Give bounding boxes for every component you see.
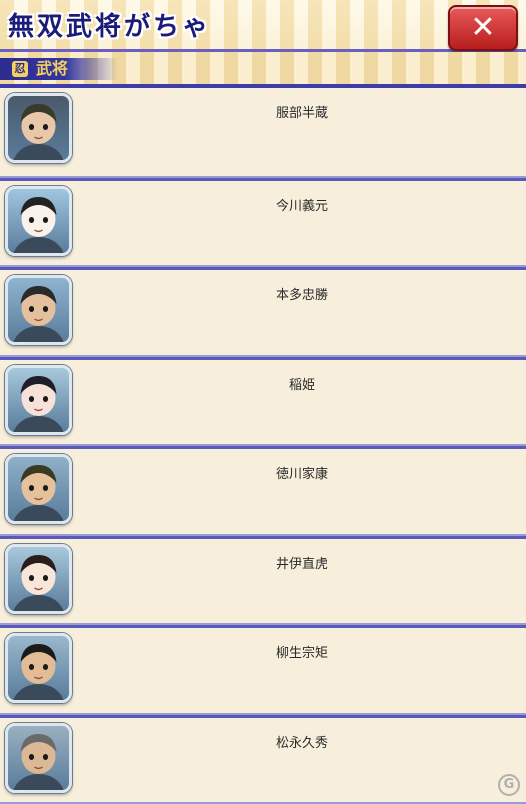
page-title: 無双武将がちゃ	[8, 6, 211, 43]
general-row[interactable]: 徳川家康	[0, 446, 526, 536]
hattori-hanzo-portrait-icon[interactable]	[5, 93, 72, 163]
watermark-logo: G	[498, 774, 520, 796]
matsunaga-hisahide-portrait-icon[interactable]	[5, 723, 72, 793]
category-bar: 武将 忍	[0, 52, 526, 88]
general-name: 今川義元	[78, 195, 526, 214]
general-name: 井伊直虎	[78, 553, 526, 572]
general-row[interactable]: 服部半蔵	[0, 88, 526, 178]
general-name: 徳川家康	[78, 463, 526, 482]
tokugawa-ieyasu-portrait-icon[interactable]	[5, 454, 72, 524]
general-name: 服部半蔵	[78, 102, 526, 121]
imagawa-yoshimoto-portrait-icon[interactable]	[5, 186, 72, 256]
general-row[interactable]: 井伊直虎	[0, 536, 526, 626]
general-list: 服部半蔵今川義元本多忠勝稲姫徳川家康井伊直虎柳生宗矩松永久秀	[0, 88, 526, 804]
category-icon: 忍	[12, 61, 28, 77]
general-name: 柳生宗矩	[78, 642, 526, 661]
inahime-portrait-icon[interactable]	[5, 365, 72, 435]
general-row[interactable]: 本多忠勝	[0, 267, 526, 357]
close-icon: ✕	[470, 13, 495, 43]
general-name: 稲姫	[78, 374, 526, 393]
general-name: 本多忠勝	[78, 284, 526, 303]
general-row[interactable]: 稲姫	[0, 357, 526, 447]
honda-tadakatsu-portrait-icon[interactable]	[5, 275, 72, 345]
close-button[interactable]: ✕	[448, 5, 518, 51]
general-row[interactable]: 松永久秀	[0, 715, 526, 804]
ii-naotora-portrait-icon[interactable]	[5, 544, 72, 614]
yagyu-munenori-portrait-icon[interactable]	[5, 633, 72, 703]
general-name: 松永久秀	[78, 732, 526, 751]
general-row[interactable]: 今川義元	[0, 178, 526, 268]
header-bar: 無双武将がちゃ ✕	[0, 0, 526, 52]
general-row[interactable]: 柳生宗矩	[0, 625, 526, 715]
